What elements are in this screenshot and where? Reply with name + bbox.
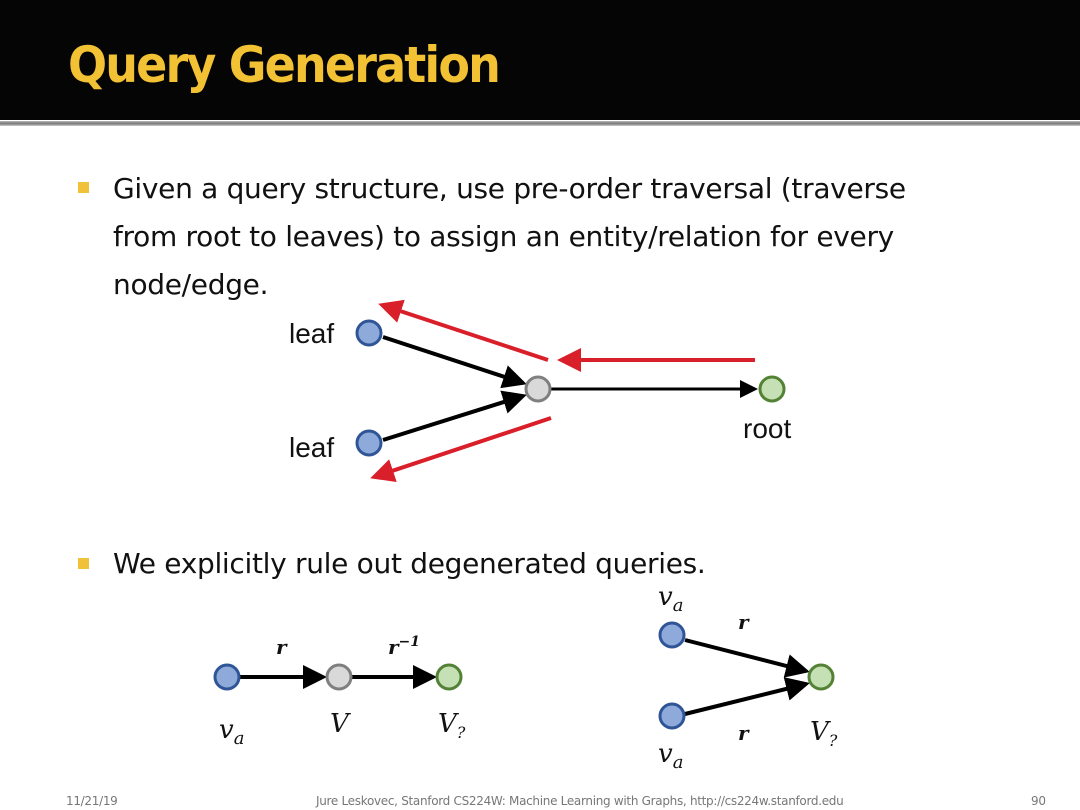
traversal-arrow	[378, 299, 549, 362]
relation-label: r	[738, 610, 750, 634]
anchor-node	[658, 621, 686, 649]
page-number: 90	[1031, 794, 1046, 808]
degenerate-chain-diagram: r r−1 va V V?	[213, 634, 466, 749]
anchor-node	[658, 702, 686, 730]
target-label: V?	[810, 717, 838, 750]
anchor-label: va	[219, 715, 244, 749]
target-node	[435, 663, 463, 691]
degenerate-fork-diagram: va va r r V?	[658, 582, 838, 773]
relation-label: r	[738, 721, 750, 745]
root-label: root	[743, 413, 791, 444]
relation-label: r	[276, 635, 288, 659]
traversal-arrow	[370, 416, 552, 483]
intermediate-node	[524, 375, 552, 403]
footer-credit: Jure Leskovec, Stanford CS224W: Machine …	[316, 794, 844, 808]
leaf-node	[355, 319, 383, 347]
diagrams: leaf leaf root r r−1 va V V? va va r r V…	[213, 299, 838, 773]
anchor-label: va	[658, 582, 683, 616]
leaf-node	[355, 429, 383, 457]
traversal-diagram: leaf leaf root	[289, 299, 791, 483]
target-label: V?	[438, 709, 466, 742]
variable-node	[325, 663, 353, 691]
anchor-label: va	[658, 739, 683, 773]
root-node	[758, 375, 786, 403]
anchor-node	[213, 663, 241, 691]
edge-arrow	[684, 677, 810, 716]
target-node	[807, 663, 835, 691]
leaf-label: leaf	[289, 432, 334, 463]
footer-date: 11/21/19	[66, 794, 118, 808]
variable-label: V	[330, 709, 351, 739]
leaf-label: leaf	[289, 318, 334, 349]
edge-arrow	[684, 638, 810, 678]
relation-inverse-label: r−1	[388, 634, 420, 659]
